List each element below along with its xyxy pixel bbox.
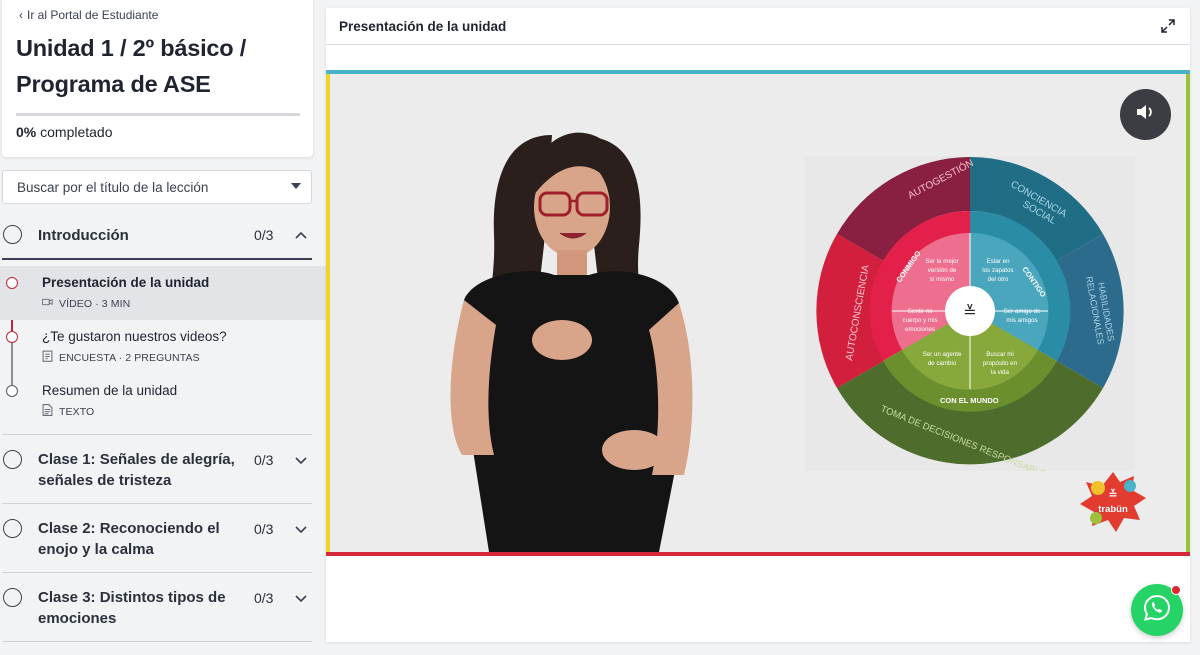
trabun-logo: ≚ trabün [1080,472,1146,532]
expand-icon[interactable] [1160,18,1176,34]
lesson-title: Presentación de la unidad [42,275,210,290]
lesson-title: ¿Te gustaron nuestros videos? [42,329,227,344]
section-divider [2,434,312,435]
caret-down-icon [291,183,301,189]
section-status-circle-icon [3,588,22,607]
lesson-meta-text: VÍDEO · 3 MIN [59,297,131,310]
svg-text:de cambio: de cambio [928,360,957,367]
viewer-header: Presentación de la unidad [326,8,1190,45]
back-to-portal-link[interactable]: ‹ Ir al Portal de Estudiante [19,8,158,22]
lesson-status-dot [6,385,18,397]
video-player[interactable]: ≚ AUTOGESTIÓN CONCIENCIA SOCIAL HABILIDA… [326,70,1190,556]
course-sidebar: ‹ Ir al Portal de Estudiante Unidad 1 / … [0,0,326,655]
lesson-title: Resumen de la unidad [42,383,178,398]
section-title: Introducción [38,227,129,244]
svg-text:del otro: del otro [988,276,1009,283]
lesson-meta-text: ENCUESTA · 2 PREGUNTAS [59,351,200,364]
svg-text:≚: ≚ [1108,488,1117,501]
svg-text:cuerpo y mis: cuerpo y mis [902,317,937,324]
viewer-title: Presentación de la unidad [339,19,507,34]
section-progress-count: 0/3 [254,452,274,468]
section-progress-count: 0/3 [254,521,274,537]
video-frame-border [326,70,1190,74]
sound-toggle-button[interactable] [1120,89,1171,140]
svg-text:trabün: trabün [1098,504,1128,515]
svg-text:la vida: la vida [991,369,1009,376]
section-title: Clase 1: Señales de alegría, señales de … [38,451,235,489]
lesson-meta-text: TEXTO [59,405,95,418]
video-icon [42,296,53,311]
lesson-status-dot [6,331,18,343]
progress-percent: 0% [16,124,37,140]
sel-wheel-diagram: ≚ AUTOGESTIÓN CONCIENCIA SOCIAL HABILIDA… [805,156,1135,483]
lesson-viewer: Presentación de la unidad ≚ AUTOGESTIÓN … [326,8,1190,642]
chevron-left-icon: ‹ [19,8,23,22]
section-status-circle-icon [3,519,22,538]
lesson-meta: TEXTO [42,404,94,419]
chevron-up-icon[interactable] [295,228,307,242]
section-title: Clase 3: Distintos tipos de emociones [38,589,226,627]
progress-text: 0% completado [16,124,113,140]
chevron-down-icon[interactable] [295,454,307,468]
section-status-circle-icon [3,450,22,469]
lesson-meta: ENCUESTA · 2 PREGUNTAS [42,350,200,365]
progress-label: completado [40,124,113,140]
course-header: ‹ Ir al Portal de Estudiante Unidad 1 / … [2,0,313,157]
speaker-icon [1135,103,1157,126]
lesson-status-dot [6,277,18,289]
presenter-image [450,132,693,552]
lesson-meta: VÍDEO · 3 MIN [42,296,130,311]
lesson-item-resumen[interactable]: Resumen de la unidad TEXTO [0,374,326,428]
lesson-search-placeholder: Buscar por el título de la lección [17,179,209,195]
svg-text:Estar en: Estar en [986,258,1010,265]
svg-text:CON EL MUNDO: CON EL MUNDO [940,396,999,405]
section-title: Clase 2: Reconociendo el enojo y la calm… [38,520,220,558]
svg-text:Buscar mi: Buscar mi [986,351,1014,358]
svg-text:Ser amigo de: Ser amigo de [1004,308,1041,315]
progress-bar [16,113,300,116]
video-frame-border [326,74,330,552]
section-divider [2,572,312,573]
svg-text:≚: ≚ [963,302,976,321]
svg-text:Sentir mi: Sentir mi [908,308,932,315]
svg-text:Ser la mejor: Ser la mejor [925,258,958,265]
section-status-circle-icon [3,225,22,244]
svg-text:los zapatos: los zapatos [982,267,1013,274]
lesson-search-select[interactable]: Buscar por el título de la lección [2,170,312,204]
svg-text:propósito en: propósito en [983,360,1018,367]
text-icon [42,404,53,419]
section-divider [2,641,312,642]
survey-icon [42,350,53,365]
section-progress-count: 0/3 [254,590,274,606]
chevron-down-icon[interactable] [295,523,307,537]
svg-text:sí mismo: sí mismo [930,276,955,283]
lesson-item-presentacion[interactable]: Presentación de la unidad VÍDEO · 3 MIN [0,266,326,320]
lesson-item-encuesta[interactable]: ¿Te gustaron nuestros videos? ENCUESTA ·… [0,320,326,374]
back-link-label: Ir al Portal de Estudiante [27,8,159,22]
section-divider [2,258,312,260]
section-divider [2,503,312,504]
chevron-down-icon[interactable] [295,592,307,606]
video-frame-border [1186,74,1190,552]
section-progress-count: 0/3 [254,227,274,243]
svg-text:Ser un agente: Ser un agente [923,351,962,358]
svg-text:emociones: emociones [905,326,935,333]
video-frame-border [326,552,1190,556]
svg-text:mis amigos: mis amigos [1006,317,1037,324]
notification-badge [1171,585,1181,595]
whatsapp-icon [1142,593,1172,628]
course-title: Unidad 1 / 2º básico / Programa de ASE [16,35,247,97]
svg-text:versión de: versión de [928,267,957,274]
